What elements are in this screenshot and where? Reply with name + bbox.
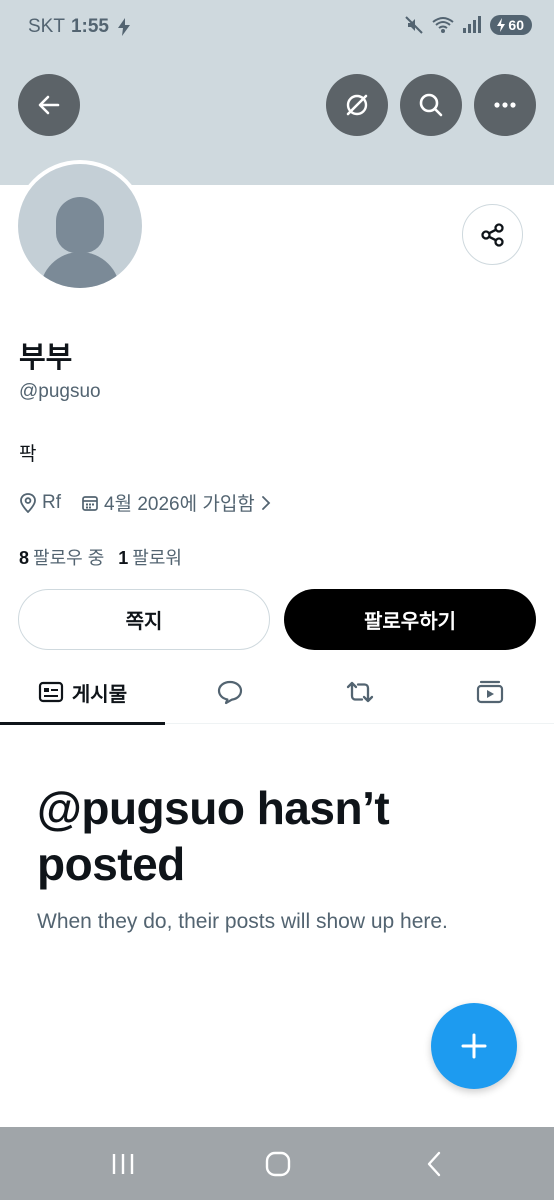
carrier-label: SKT [28, 16, 65, 37]
bio-text: 팍 [19, 444, 37, 465]
follow-counts: 8 팔로우 중 1 팔로워 [19, 544, 182, 570]
chevron-right-icon [261, 495, 271, 510]
system-back-button[interactable] [414, 1147, 454, 1181]
battery-indicator: 60 [490, 15, 532, 35]
location-item: Rf [19, 492, 61, 514]
joined-date-item[interactable]: 4월 2026에 가입함 [81, 489, 272, 516]
tab-reposts[interactable] [295, 660, 425, 724]
status-time: 1:55 [70, 16, 109, 37]
followers-count: 1 [118, 548, 129, 568]
share-icon [480, 222, 504, 247]
grok-button[interactable] [326, 74, 388, 136]
battery-level: 60 [508, 17, 524, 33]
system-back-icon [427, 1151, 441, 1177]
avatar-shoulders-shape [40, 252, 120, 288]
posts-icon [38, 681, 63, 703]
profile-meta: Rf 4월 2026에 가입함 [19, 489, 292, 516]
location-text: Rf [42, 491, 61, 513]
mute-icon [405, 16, 424, 34]
arrow-left-icon [38, 95, 60, 115]
profile-tabs: 게시물 [0, 660, 554, 725]
tab-replies[interactable] [165, 660, 295, 724]
status-left: SKT 1:55 [28, 16, 133, 38]
grok-icon [346, 94, 368, 116]
tab-posts[interactable]: 게시물 [0, 660, 165, 725]
empty-state-title: @pugsuo hasn’t posted [37, 782, 390, 890]
follow-button[interactable]: 팔로우하기 [284, 589, 536, 650]
tab-posts-label: 게시물 [71, 683, 128, 706]
search-button[interactable] [400, 74, 462, 136]
following-link[interactable]: 8 팔로우 중 [19, 544, 104, 570]
recents-button[interactable] [103, 1147, 143, 1181]
location-pin-icon [20, 492, 36, 513]
signal-icon [463, 16, 482, 33]
active-tab-indicator [0, 722, 165, 725]
compose-post-button[interactable] [431, 1003, 517, 1089]
home-icon [265, 1151, 291, 1177]
joined-date-text: 4월 2026에 가입함 [104, 494, 255, 515]
followers-link[interactable]: 1 팔로워 [118, 544, 182, 570]
empty-state-subtitle: When they do, their posts will show up h… [37, 910, 448, 933]
tab-media[interactable] [425, 660, 554, 724]
share-button[interactable] [462, 204, 523, 265]
avatar-head-shape [56, 197, 104, 253]
display-name: 부부 [19, 342, 73, 374]
battery-bolt-icon [497, 18, 506, 32]
status-bar: SKT 1:55 60 [0, 0, 554, 56]
user-handle: @pugsuo [19, 381, 101, 402]
recents-icon [112, 1154, 134, 1174]
charging-bolt-icon [117, 18, 130, 36]
back-button[interactable] [18, 74, 80, 136]
plus-icon [461, 1033, 487, 1059]
avatar-container[interactable] [14, 160, 146, 292]
more-button[interactable] [474, 74, 536, 136]
video-icon [476, 680, 503, 704]
status-right: 60 [404, 15, 532, 35]
more-horizontal-icon [494, 102, 516, 108]
avatar [18, 164, 142, 288]
repost-icon [346, 681, 374, 703]
following-count: 8 [19, 548, 30, 568]
home-button[interactable] [258, 1147, 298, 1181]
followers-label: 팔로워 [132, 548, 182, 568]
calendar-icon [82, 495, 98, 511]
system-nav-bar [0, 1127, 554, 1200]
following-label: 팔로우 중 [33, 548, 105, 568]
search-icon [419, 93, 443, 117]
wifi-icon [432, 17, 455, 33]
reply-bubble-icon [217, 680, 243, 705]
message-button[interactable]: 쪽지 [18, 589, 270, 650]
